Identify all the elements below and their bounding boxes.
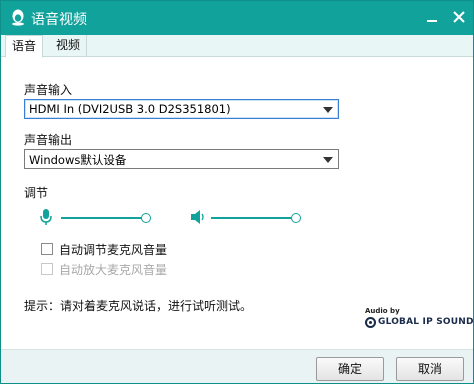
auto-amplify-mic-checkbox: [41, 263, 53, 275]
speaker-icon: [191, 210, 204, 224]
sound-output-select[interactable]: Windows默认设备: [24, 149, 339, 169]
sound-input-select[interactable]: HDMI In (DVI2USB 3.0 D2S351801): [24, 99, 339, 119]
qq-penguin-icon: [12, 9, 24, 26]
ok-button[interactable]: 确定: [316, 357, 384, 381]
tab-voice[interactable]: 语音: [5, 35, 44, 58]
sound-output-value: Windows默认设备: [29, 153, 127, 167]
sound-input-label: 声音输入: [24, 83, 73, 97]
sound-output-label: 声音输出: [24, 133, 73, 147]
sound-input-value: HDMI In (DVI2USB 3.0 D2S351801): [29, 102, 231, 116]
audio-by-text: Audio by: [365, 307, 400, 315]
gips-logo: Audio by GLOBAL IP SOUND: [365, 307, 473, 329]
close-icon[interactable]: [451, 9, 467, 25]
window-title: 语音视频: [31, 12, 87, 28]
tab-video[interactable]: 视频: [50, 35, 88, 57]
auto-adjust-mic-label: 自动调节麦克风音量: [59, 243, 168, 257]
auto-amplify-mic-label: 自动放大麦克风音量: [59, 263, 168, 277]
minimize-icon[interactable]: [425, 11, 439, 25]
tab-bar: 语音 视频: [1, 35, 473, 58]
mic-volume-slider[interactable]: [61, 217, 146, 219]
gips-brand-text: GLOBAL IP SOUND: [378, 317, 474, 327]
auto-adjust-mic-checkbox[interactable]: [41, 243, 53, 255]
hint-text: 提示：请对着麦克风说话，进行试听测试。: [24, 299, 253, 313]
cancel-button[interactable]: 取消: [396, 357, 464, 381]
voice-video-dialog: 语音视频 语音 视频 声音输入 HDMI In (DVI2USB 3.0 D2S…: [0, 0, 474, 384]
dialog-footer: 确定 取消: [1, 349, 473, 383]
mic-volume-thumb[interactable]: [141, 213, 151, 223]
chevron-down-icon[interactable]: [323, 107, 333, 113]
title-bar[interactable]: 语音视频: [1, 1, 473, 35]
adjust-label: 调节: [24, 186, 49, 200]
microphone-icon: [40, 209, 52, 225]
gips-logo-icon: [365, 317, 376, 328]
chevron-down-icon[interactable]: [323, 157, 333, 163]
speaker-volume-slider[interactable]: [211, 217, 296, 219]
speaker-volume-thumb[interactable]: [291, 213, 301, 223]
